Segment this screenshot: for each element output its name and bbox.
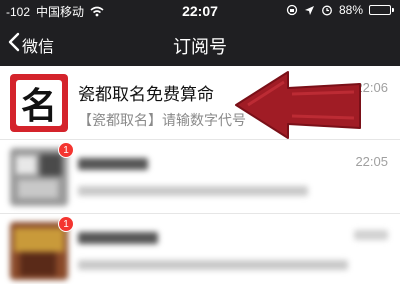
- page-title: 订阅号: [173, 37, 227, 57]
- avatar: 名: [10, 74, 68, 132]
- list-item[interactable]: 1: [0, 214, 400, 284]
- unread-badge: 1: [58, 216, 74, 232]
- nav-bar: 微信 订阅号: [0, 22, 400, 66]
- rotation-lock-icon: [286, 4, 298, 16]
- battery-percent: 88%: [338, 3, 363, 17]
- unread-badge: 1: [58, 142, 74, 158]
- account-name: 瓷都取名免费算命: [78, 85, 214, 104]
- message-preview: 【瓷都取名】请输数字代号: [78, 112, 246, 128]
- blurred-preview: [78, 186, 308, 196]
- blurred-title: [78, 158, 148, 170]
- subscription-list: 名 瓷都取名免费算命 【瓷都取名】请输数字代号 22:06 1 22:05 1: [0, 66, 400, 284]
- blurred-title: [78, 232, 158, 244]
- location-icon: [304, 5, 315, 16]
- list-item[interactable]: 1 22:05: [0, 140, 400, 214]
- avatar: [10, 148, 68, 206]
- alarm-icon: [321, 4, 333, 16]
- battery-icon: [369, 5, 394, 15]
- avatar: [10, 222, 68, 280]
- status-bar: -102 中国移动 22:07 88%: [0, 0, 400, 22]
- status-right: 88%: [286, 3, 394, 17]
- svg-text:名: 名: [21, 85, 57, 127]
- blurred-time: [354, 230, 388, 240]
- message-time: 22:06: [355, 80, 388, 95]
- brush-name-logo-icon: 名: [16, 80, 62, 127]
- blurred-preview: [78, 260, 348, 270]
- message-time: 22:05: [355, 154, 388, 169]
- list-item[interactable]: 名 瓷都取名免费算命 【瓷都取名】请输数字代号 22:06: [0, 66, 400, 140]
